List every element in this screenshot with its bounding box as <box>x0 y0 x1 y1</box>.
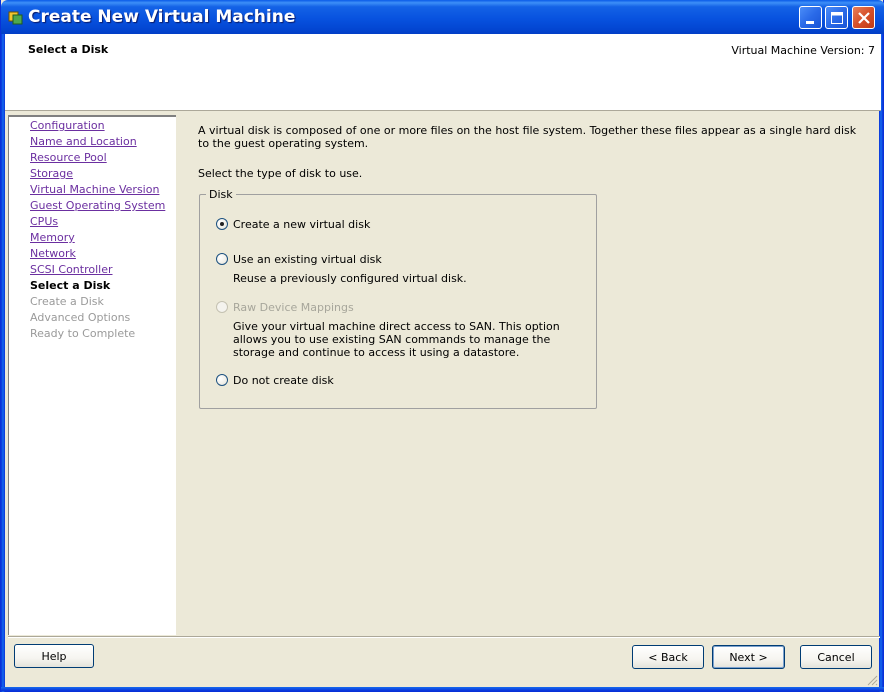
use-existing-disk-label[interactable]: Use an existing virtual disk <box>233 253 382 266</box>
step-storage[interactable]: Storage <box>30 167 73 180</box>
close-button[interactable] <box>852 6 875 29</box>
do-not-create-disk-radio[interactable] <box>216 374 228 386</box>
disk-type-prompt: Select the type of disk to use. <box>198 167 363 180</box>
step-select-a-disk: Select a Disk <box>30 279 111 292</box>
step-memory[interactable]: Memory <box>30 231 75 244</box>
step-cpus[interactable]: CPUs <box>30 215 58 228</box>
step-guest-os[interactable]: Guest Operating System <box>30 199 165 212</box>
window-frame-bottom <box>1 687 884 691</box>
maximize-button[interactable] <box>825 6 848 29</box>
use-existing-disk-radio[interactable] <box>216 253 228 265</box>
use-existing-disk-description: Reuse a previously configured virtual di… <box>233 272 467 285</box>
step-name-and-location[interactable]: Name and Location <box>30 135 137 148</box>
step-network[interactable]: Network <box>30 247 76 260</box>
do-not-create-disk-label[interactable]: Do not create disk <box>233 374 334 387</box>
vm-version-label: Virtual Machine Version: 7 <box>731 44 875 57</box>
close-icon <box>858 12 870 24</box>
raw-device-mappings-radio <box>216 301 228 313</box>
disk-description: A virtual disk is composed of one or mor… <box>198 124 857 150</box>
step-vm-version[interactable]: Virtual Machine Version <box>30 183 159 196</box>
dialog-window: Create New Virtual Machine Select a Disk… <box>0 0 884 692</box>
title-bar[interactable]: Create New Virtual Machine <box>1 0 884 34</box>
raw-device-mappings-label: Raw Device Mappings <box>233 301 354 314</box>
step-resource-pool[interactable]: Resource Pool <box>30 151 107 164</box>
step-advanced-options: Advanced Options <box>30 311 131 324</box>
minimize-icon <box>806 21 814 24</box>
wizard-content: A virtual disk is composed of one or mor… <box>177 112 881 636</box>
wizard-header: Select a Disk Virtual Machine Version: 7 <box>5 34 881 111</box>
step-configuration[interactable]: Configuration <box>30 119 105 132</box>
footer-divider <box>8 636 880 638</box>
cancel-button[interactable]: Cancel <box>800 645 872 669</box>
help-button[interactable]: Help <box>14 644 94 668</box>
window-frame-left <box>1 34 5 692</box>
back-button[interactable]: < Back <box>632 645 704 669</box>
raw-device-mappings-description: Give your virtual machine direct access … <box>233 320 560 359</box>
wizard-steps: Configuration Name and Location Resource… <box>8 115 176 635</box>
step-ready-to-complete: Ready to Complete <box>30 327 136 340</box>
vm-icon <box>8 9 24 25</box>
create-new-disk-label[interactable]: Create a new virtual disk <box>233 218 370 231</box>
resize-grip-icon[interactable] <box>866 674 878 686</box>
step-scsi-controller[interactable]: SCSI Controller <box>30 263 113 276</box>
step-create-a-disk: Create a Disk <box>30 295 104 308</box>
disk-group-label: Disk <box>206 188 236 201</box>
maximize-icon <box>831 12 843 24</box>
create-new-disk-radio[interactable] <box>216 218 228 230</box>
next-button[interactable]: Next > <box>712 645 785 669</box>
page-title: Select a Disk <box>28 43 109 56</box>
disk-groupbox: Disk Create a new virtual disk Use an ex… <box>199 188 597 409</box>
minimize-button[interactable] <box>799 6 822 29</box>
window-title: Create New Virtual Machine <box>28 7 296 27</box>
